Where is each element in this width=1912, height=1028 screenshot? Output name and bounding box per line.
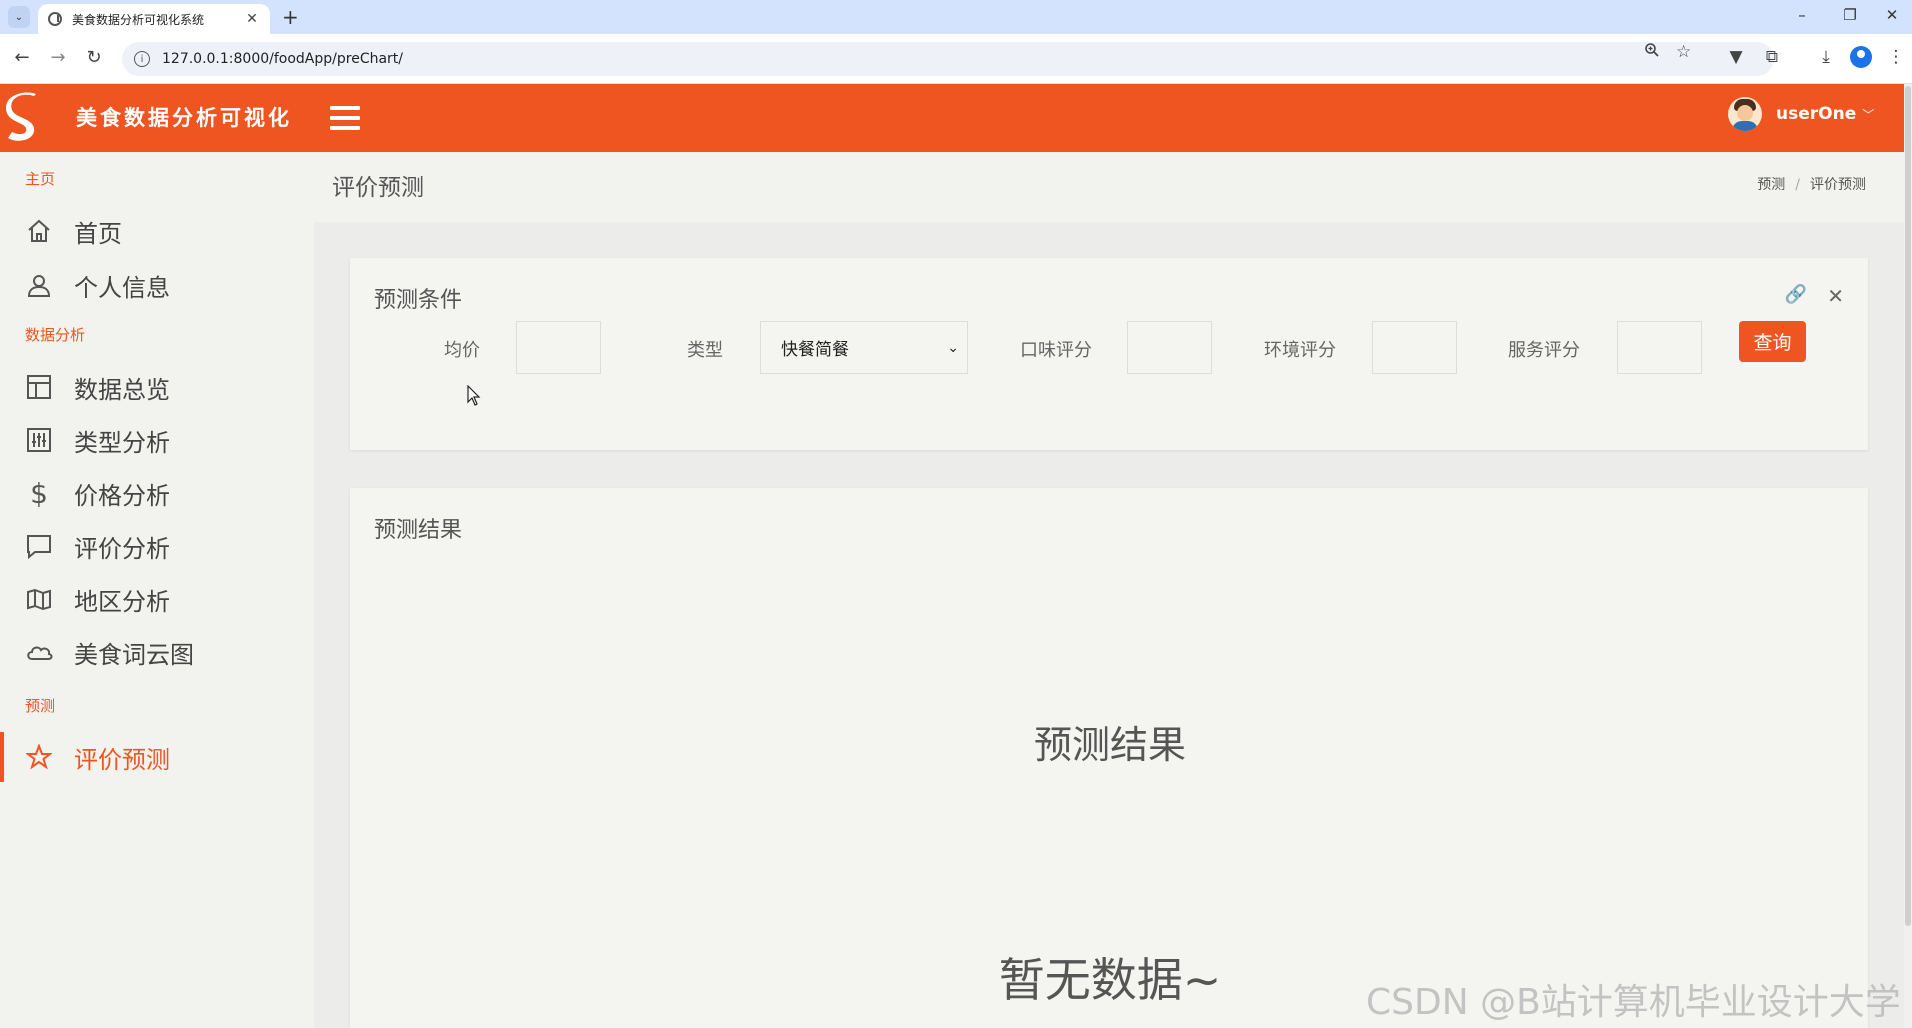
sidebar-item-rating-predict[interactable]: 评价预测 bbox=[0, 732, 314, 782]
tab-search-button[interactable]: ⌄ bbox=[8, 6, 30, 28]
sidebar-item-label: 地区分析 bbox=[74, 587, 170, 616]
user-name: userOne bbox=[1776, 104, 1857, 124]
home-icon bbox=[24, 216, 54, 246]
sidebar-item-label: 评价预测 bbox=[74, 745, 170, 774]
type-label: 类型 bbox=[687, 340, 723, 361]
sidebar-item-label: 评价分析 bbox=[74, 534, 170, 563]
app-brand-title[interactable]: 美食数据分析可视化 bbox=[76, 102, 292, 132]
environment-label: 环境评分 bbox=[1264, 340, 1336, 361]
browser-tab[interactable]: 美食数据分析可视化系统 ✕ bbox=[38, 4, 270, 34]
site-info-icon[interactable]: i bbox=[134, 51, 150, 67]
query-button[interactable]: 查询 bbox=[1739, 321, 1806, 362]
forward-icon[interactable]: → bbox=[46, 47, 70, 68]
content-header: 评价预测 预测 / 评价预测 bbox=[314, 152, 1904, 222]
chevron-down-icon: ﹀ bbox=[1862, 107, 1875, 122]
sidebar-toggle-icon[interactable] bbox=[330, 106, 360, 130]
cloud-icon bbox=[24, 637, 54, 667]
tab-title: 美食数据分析可视化系统 bbox=[72, 12, 205, 27]
breadcrumb: 预测 / 评价预测 bbox=[1757, 177, 1866, 193]
dollar-icon: $ bbox=[30, 476, 48, 510]
chevron-down-icon: ⌄ bbox=[947, 339, 959, 356]
close-icon[interactable]: ✕ bbox=[1827, 284, 1844, 308]
sidebar-item-label: 价格分析 bbox=[74, 481, 170, 510]
map-icon bbox=[24, 584, 54, 614]
tab-close-button[interactable]: ✕ bbox=[244, 11, 260, 27]
sliders-icon bbox=[24, 425, 54, 455]
sidebar-item-wordcloud[interactable]: 美食词云图 bbox=[0, 627, 314, 677]
extensions-icon[interactable]: ⧉ bbox=[1760, 47, 1784, 67]
sidebar-item-home[interactable]: 首页 bbox=[0, 206, 314, 256]
result-heading: 预测结果 bbox=[1033, 723, 1186, 767]
window-minimize-button[interactable]: – bbox=[1782, 6, 1822, 24]
back-icon[interactable]: ← bbox=[10, 47, 34, 68]
window-close-button[interactable]: ✕ bbox=[1872, 6, 1912, 24]
reload-icon[interactable]: ↻ bbox=[82, 47, 106, 68]
zoom-icon[interactable] bbox=[1644, 42, 1660, 62]
empty-state-text: 暂无数据~ bbox=[998, 953, 1222, 1007]
service-label: 服务评分 bbox=[1508, 340, 1580, 361]
download-icon[interactable]: ⤓ bbox=[1814, 47, 1838, 67]
browser-toolbar: ← → ↻ i 127.0.0.1:8000/foodApp/preChart/… bbox=[0, 34, 1912, 84]
scrollbar-thumb[interactable] bbox=[1905, 86, 1911, 926]
type-select-value: 快餐简餐 bbox=[781, 340, 849, 360]
star-icon bbox=[24, 742, 54, 772]
comment-icon bbox=[24, 531, 54, 561]
card-title: 预测条件 bbox=[374, 288, 463, 313]
globe-icon bbox=[48, 12, 62, 26]
browser-menu-icon[interactable]: ⋮ bbox=[1884, 47, 1908, 67]
new-tab-button[interactable]: + bbox=[282, 5, 299, 29]
sidebar-item-comment-analysis[interactable]: 评价分析 bbox=[0, 521, 314, 571]
watermark: CSDN @B站计算机毕业设计大学 bbox=[1366, 982, 1901, 1023]
sidebar-section-home: 主页 bbox=[25, 170, 56, 188]
taste-score-input[interactable] bbox=[1127, 321, 1212, 374]
user-menu[interactable]: userOne ﹀ bbox=[1728, 97, 1874, 131]
bookmark-star-icon[interactable]: ☆ bbox=[1676, 42, 1691, 62]
url-text: 127.0.0.1:8000/foodApp/preChart/ bbox=[162, 51, 404, 67]
sidebar-section-analysis: 数据分析 bbox=[25, 326, 86, 344]
vpn-extension-icon[interactable]: ▼ bbox=[1724, 47, 1748, 67]
price-label: 均价 bbox=[444, 340, 480, 361]
link-icon[interactable]: 🔗 bbox=[1785, 284, 1807, 308]
sidebar-item-profile[interactable]: 个人信息 bbox=[0, 260, 314, 310]
sidebar-item-label: 类型分析 bbox=[74, 428, 170, 457]
service-score-input[interactable] bbox=[1617, 321, 1702, 374]
profile-icon[interactable] bbox=[1850, 46, 1872, 68]
user-icon bbox=[24, 270, 54, 300]
sidebar-item-label: 数据总览 bbox=[74, 375, 170, 404]
sidebar-item-label: 美食词云图 bbox=[74, 640, 194, 669]
mouse-cursor-icon bbox=[467, 385, 481, 406]
address-bar[interactable]: i 127.0.0.1:8000/foodApp/preChart/ bbox=[122, 42, 1774, 76]
breadcrumb-item-current: 评价预测 bbox=[1810, 177, 1866, 193]
sidebar-item-type-analysis[interactable]: 类型分析 bbox=[0, 415, 314, 465]
taste-label: 口味评分 bbox=[1020, 340, 1092, 361]
window-restore-button[interactable]: ❐ bbox=[1830, 6, 1870, 24]
sidebar-item-region-analysis[interactable]: 地区分析 bbox=[0, 574, 314, 624]
breadcrumb-item-predict[interactable]: 预测 bbox=[1757, 177, 1785, 193]
logo-icon[interactable] bbox=[4, 90, 40, 146]
sidebar: 主页 首页 个人信息 数据分析 数据总览 类型分析 $ 价格分析 评价分析 地区… bbox=[0, 152, 314, 1028]
card-title: 预测结果 bbox=[374, 518, 463, 543]
sidebar-item-price-analysis[interactable]: $ 价格分析 bbox=[0, 468, 314, 518]
environment-score-input[interactable] bbox=[1372, 321, 1457, 374]
browser-tab-bar: ⌄ 美食数据分析可视化系统 ✕ + – ❐ ✕ bbox=[0, 0, 1912, 34]
layout-icon bbox=[24, 372, 54, 402]
avatar bbox=[1728, 97, 1762, 131]
sidebar-item-label: 个人信息 bbox=[74, 273, 170, 302]
sidebar-item-overview[interactable]: 数据总览 bbox=[0, 362, 314, 412]
app-header: 美食数据分析可视化 userOne ﹀ bbox=[0, 84, 1904, 152]
sidebar-section-predict: 预测 bbox=[25, 697, 56, 715]
type-select[interactable]: 快餐简餐 ⌄ bbox=[760, 321, 968, 374]
price-input[interactable] bbox=[516, 321, 601, 374]
page-title: 评价预测 bbox=[332, 175, 424, 201]
sidebar-item-label: 首页 bbox=[74, 219, 122, 248]
